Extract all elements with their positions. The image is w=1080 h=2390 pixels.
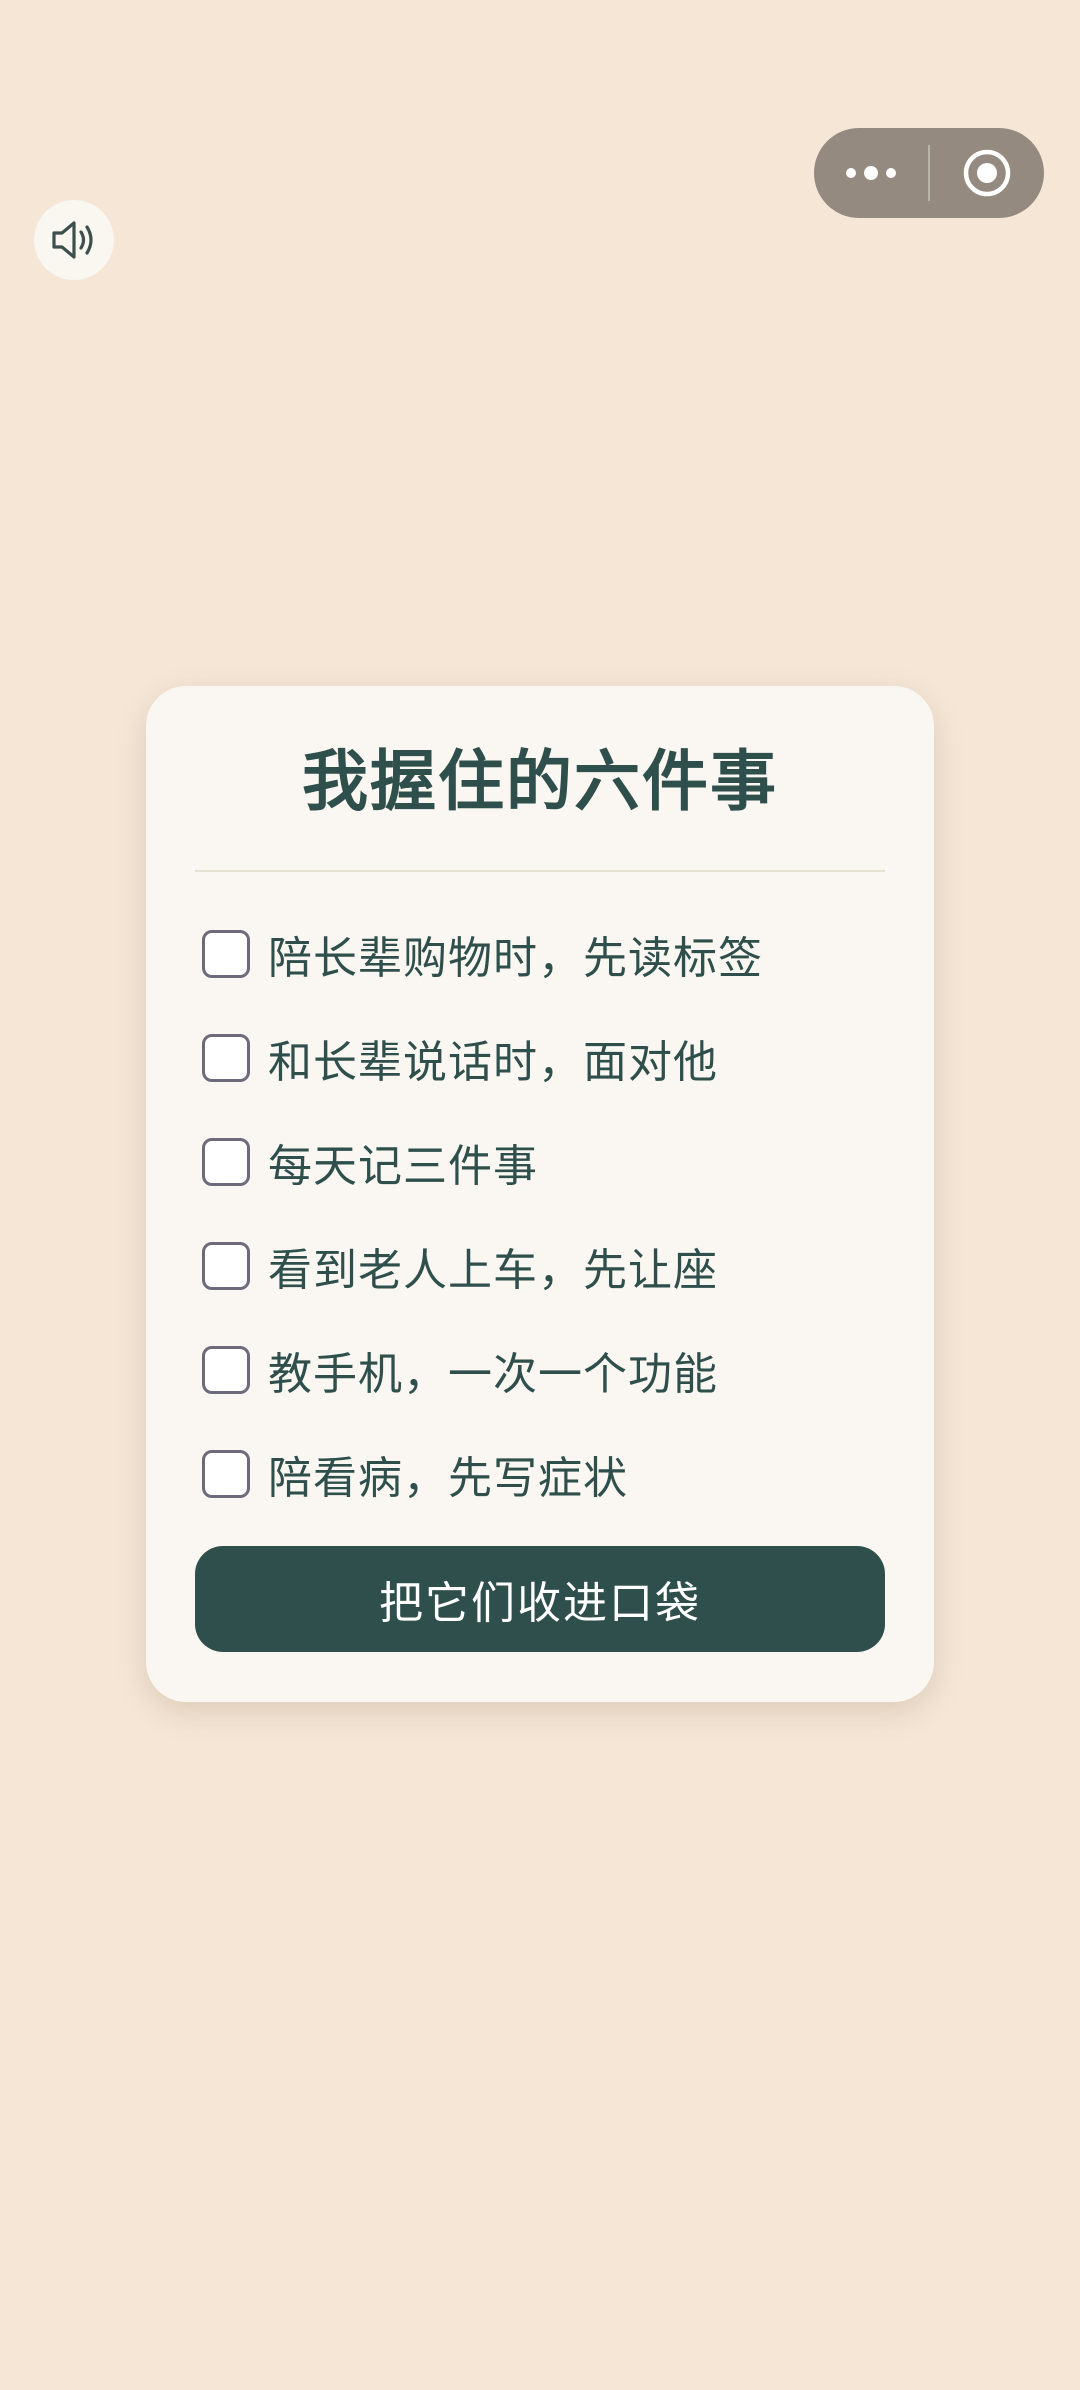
task-item[interactable]: 陪长辈购物时，先读标签: [202, 902, 892, 1006]
more-dots-icon: [846, 166, 896, 180]
task-label: 教手机，一次一个功能: [268, 1349, 718, 1400]
sound-toggle-button[interactable]: [34, 200, 114, 280]
task-checkbox[interactable]: [202, 1138, 250, 1186]
capsule-menu: [814, 128, 1044, 218]
card-title: 我握住的六件事: [302, 743, 778, 820]
task-item[interactable]: 每天记三件事: [202, 1110, 892, 1214]
task-label: 陪长辈购物时，先读标签: [268, 933, 763, 984]
speaker-icon: [52, 221, 93, 259]
close-miniprogram-button[interactable]: [930, 128, 1044, 218]
task-label: 看到老人上车，先让座: [268, 1245, 718, 1296]
record-circle-icon: [963, 149, 1011, 197]
task-list: 陪长辈购物时，先读标签 和长辈说话时，面对他 每天记三件事 看到老人上车，先让座…: [202, 902, 892, 1526]
task-item[interactable]: 教手机，一次一个功能: [202, 1318, 892, 1422]
task-checkbox[interactable]: [202, 1242, 250, 1290]
task-checkbox[interactable]: [202, 1450, 250, 1498]
title-divider: [195, 870, 885, 872]
task-label: 每天记三件事: [268, 1141, 538, 1192]
task-item[interactable]: 看到老人上车，先让座: [202, 1214, 892, 1318]
task-checkbox[interactable]: [202, 1034, 250, 1082]
task-item[interactable]: 和长辈说话时，面对他: [202, 1006, 892, 1110]
put-in-pocket-button[interactable]: 把它们收进口袋: [195, 1546, 885, 1652]
task-checkbox[interactable]: [202, 930, 250, 978]
task-checkbox[interactable]: [202, 1346, 250, 1394]
task-item[interactable]: 陪看病，先写症状: [202, 1422, 892, 1526]
task-label: 和长辈说话时，面对他: [268, 1037, 718, 1088]
more-button[interactable]: [814, 128, 928, 218]
task-label: 陪看病，先写症状: [268, 1453, 628, 1504]
six-things-card: 我握住的六件事 陪长辈购物时，先读标签 和长辈说话时，面对他 每天记三件事 看到…: [146, 686, 934, 1702]
